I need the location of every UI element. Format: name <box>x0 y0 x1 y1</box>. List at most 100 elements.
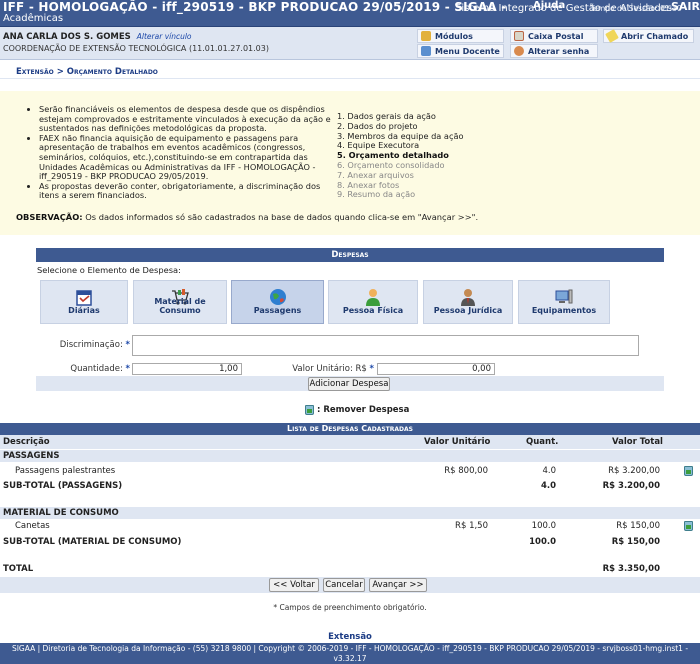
tab-label: Diárias <box>68 306 100 315</box>
remove-legend: : Remover Despesa <box>305 405 409 415</box>
logout-link[interactable]: SAIR <box>671 0 700 13</box>
required-mark: * <box>125 364 130 374</box>
group-header: PASSAGENS <box>0 450 700 462</box>
column-total-value: Valor Total <box>612 437 663 447</box>
cancel-button[interactable]: Cancelar <box>323 578 365 592</box>
item-total: R$ 3.200,00 <box>608 466 660 476</box>
envelope-icon <box>514 31 524 41</box>
unit-value-label-text: Valor Unitário: R$ <box>292 364 367 374</box>
item-unit-value: R$ 1,50 <box>455 521 488 531</box>
key-icon <box>514 46 524 56</box>
remove-legend-text: : Remover Despesa <box>317 405 410 415</box>
tab-equipamentos[interactable]: Equipamentos <box>518 280 610 324</box>
subtotal-total: R$ 150,00 <box>611 537 660 547</box>
unit-value-label: Valor Unitário: R$ * <box>270 364 374 374</box>
modules-button[interactable]: Módulos <box>417 29 504 43</box>
total-value: R$ 3.350,00 <box>602 564 660 574</box>
tab-pessoa-juridica[interactable]: Pessoa Jurídica <box>423 280 513 324</box>
instruction-item: Serão financiáveis os elementos de despe… <box>39 104 331 134</box>
subtotal-row: SUB-TOTAL (MATERIAL DE CONSUMO) 100.0 R$… <box>0 535 700 549</box>
expenses-panel-title: Despesas <box>36 248 664 262</box>
unit-value-input[interactable]: 0,00 <box>377 363 495 375</box>
tab-diarias[interactable]: Diárias <box>40 280 128 324</box>
back-button[interactable]: << Voltar <box>269 578 319 592</box>
table-row: Canetas R$ 1,50 100.0 R$ 150,00 <box>0 519 700 533</box>
trash-icon <box>305 405 314 415</box>
description-textarea[interactable] <box>132 335 639 356</box>
calendar-icon <box>76 290 92 306</box>
breadcrumb-separator: > <box>56 67 64 77</box>
user-name-text: ANA CARLA DOS S. GOMES <box>3 32 131 42</box>
modules-icon <box>421 31 431 41</box>
modules-label: Módulos <box>435 31 473 41</box>
footer: SIGAA | Diretoria de Tecnologia da Infor… <box>0 643 700 664</box>
remove-expense-icon[interactable] <box>684 466 693 476</box>
remove-expense-icon[interactable] <box>684 521 693 531</box>
user-unit: COORDENAÇÃO DE EXTENSÃO TECNOLÓGICA (11.… <box>3 44 269 53</box>
tab-material-consumo[interactable]: Material de Consumo <box>133 280 227 324</box>
tab-label: Material de Consumo <box>154 297 206 315</box>
group-name: MATERIAL DE CONSUMO <box>3 508 119 518</box>
teacher-menu-button[interactable]: Menu Docente <box>417 44 504 58</box>
pencil-icon <box>605 29 619 43</box>
subtotal-label: SUB-TOTAL (PASSAGENS) <box>3 481 123 491</box>
required-fields-note: * Campos de preenchimento obrigatório. <box>273 603 427 612</box>
globe-icon <box>269 289 286 305</box>
next-button[interactable]: Avançar >> <box>369 578 427 592</box>
mailbox-button[interactable]: Caixa Postal <box>510 29 598 43</box>
group-header: MATERIAL DE CONSUMO <box>0 507 700 519</box>
extension-link[interactable]: Extensão <box>0 632 700 642</box>
subtotal-quantity: 100.0 <box>529 537 556 547</box>
tab-label: Passagens <box>253 306 302 315</box>
instruction-item: As propostas deverão conter, obrigatoria… <box>39 181 331 201</box>
total-label: TOTAL <box>3 564 34 574</box>
system-header: IFF - HOMOLOGAÇÃO - iff_290519 - BKP PRO… <box>0 0 700 27</box>
tab-pessoa-fisica[interactable]: Pessoa Física <box>328 280 418 324</box>
description-label-text: Discriminação: <box>59 340 123 350</box>
item-total: R$ 150,00 <box>616 521 660 531</box>
item-quantity: 100.0 <box>531 521 556 531</box>
group-name: PASSAGENS <box>3 451 60 461</box>
change-password-button[interactable]: Alterar senha <box>510 44 598 58</box>
expense-element-label: Selecione o Elemento de Despesa: <box>37 265 181 275</box>
system-subtitle: Acadêmicas <box>3 13 64 24</box>
column-description: Descrição <box>3 437 50 447</box>
required-mark: * <box>369 364 374 374</box>
observation-label: OBSERVAÇÃO: <box>16 212 83 222</box>
subtotal-quantity: 4.0 <box>540 481 556 491</box>
user-info-bar: ANA CARLA DOS S. GOMES Alterar vínculo C… <box>0 27 700 60</box>
open-ticket-button[interactable]: Abrir Chamado <box>603 29 694 43</box>
tab-label: Equipamentos <box>531 306 597 315</box>
computer-icon <box>555 289 573 304</box>
instructions-box: Serão financiáveis os elementos de despe… <box>0 91 700 235</box>
tab-label: Pessoa Física <box>342 306 404 315</box>
subtotal-row: SUB-TOTAL (PASSAGENS) 4.0 R$ 3.200,00 <box>0 479 700 493</box>
item-quantity: 4.0 <box>542 466 556 476</box>
change-bond-link[interactable]: Alterar vínculo <box>137 32 192 41</box>
help-link[interactable]: Ajuda <box>533 0 565 11</box>
divider <box>0 78 700 79</box>
wizard-step: 9. Resumo da ação <box>337 189 416 200</box>
open-ticket-label: Abrir Chamado <box>621 31 689 41</box>
required-mark: * <box>125 340 130 350</box>
column-quantity: Quant. <box>526 437 559 447</box>
quantity-input[interactable]: 1,00 <box>132 363 242 375</box>
teacher-menu-label: Menu Docente <box>435 46 500 56</box>
breadcrumb-page: Orçamento Detalhado <box>66 67 158 77</box>
item-unit-value: R$ 800,00 <box>444 466 488 476</box>
user-name: ANA CARLA DOS S. GOMES Alterar vínculo <box>3 32 192 42</box>
item-description: Canetas <box>15 521 50 531</box>
breadcrumb: Extensão > Orçamento Detalhado <box>16 67 158 77</box>
tab-passagens[interactable]: Passagens <box>231 280 324 324</box>
session-time: Tempo de Sessão: 01:30 <box>590 4 682 13</box>
item-description: Passagens palestrantes <box>15 466 116 476</box>
businessman-icon <box>461 289 475 306</box>
wizard-steps: 1. Dados gerais da ação 2. Dados do proj… <box>337 111 463 200</box>
table-header: Descrição Valor Unitário Quant. Valor To… <box>0 435 700 449</box>
instruction-item: FAEX não financia aquisição de equipamen… <box>39 133 331 182</box>
add-expense-button[interactable]: Adicionar Despesa <box>308 377 390 391</box>
observation-text: Os dados informados só são cadastrados n… <box>85 212 479 222</box>
breadcrumb-section[interactable]: Extensão <box>16 67 54 77</box>
expenses-list-title: Lista de Despesas Cadastradas <box>0 423 700 435</box>
person-icon <box>366 289 380 306</box>
